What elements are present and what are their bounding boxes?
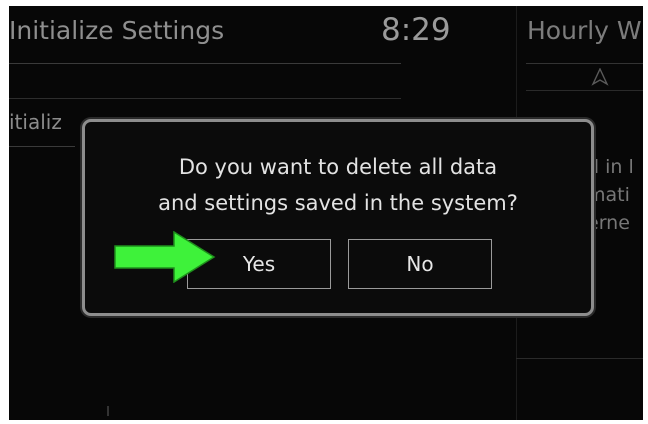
screen: Initialize Settings 8:29 Hourly W itiali…: [9, 6, 643, 420]
divider: [516, 358, 643, 359]
clock: 8:29: [381, 12, 451, 48]
list-item-initialize[interactable]: itializ: [9, 110, 62, 134]
scroll-indicator: [107, 406, 109, 416]
confirm-dialog: Do you want to delete all data and setti…: [82, 119, 594, 316]
right-panel-text: d in l: [587, 156, 634, 178]
navigation-arrow-icon: [591, 68, 609, 86]
dialog-message-line1: Do you want to delete all data: [178, 155, 498, 179]
no-button[interactable]: No: [348, 239, 492, 289]
page-title: Initialize Settings: [9, 16, 225, 45]
right-panel-title: Hourly W: [527, 16, 642, 45]
divider: [9, 146, 75, 147]
divider: [526, 90, 643, 91]
dialog-message-line2: and settings saved in the system?: [158, 191, 518, 215]
divider: [9, 63, 401, 64]
divider: [526, 63, 643, 64]
green-arrow-pointer-icon: [114, 231, 216, 283]
divider: [9, 98, 401, 99]
